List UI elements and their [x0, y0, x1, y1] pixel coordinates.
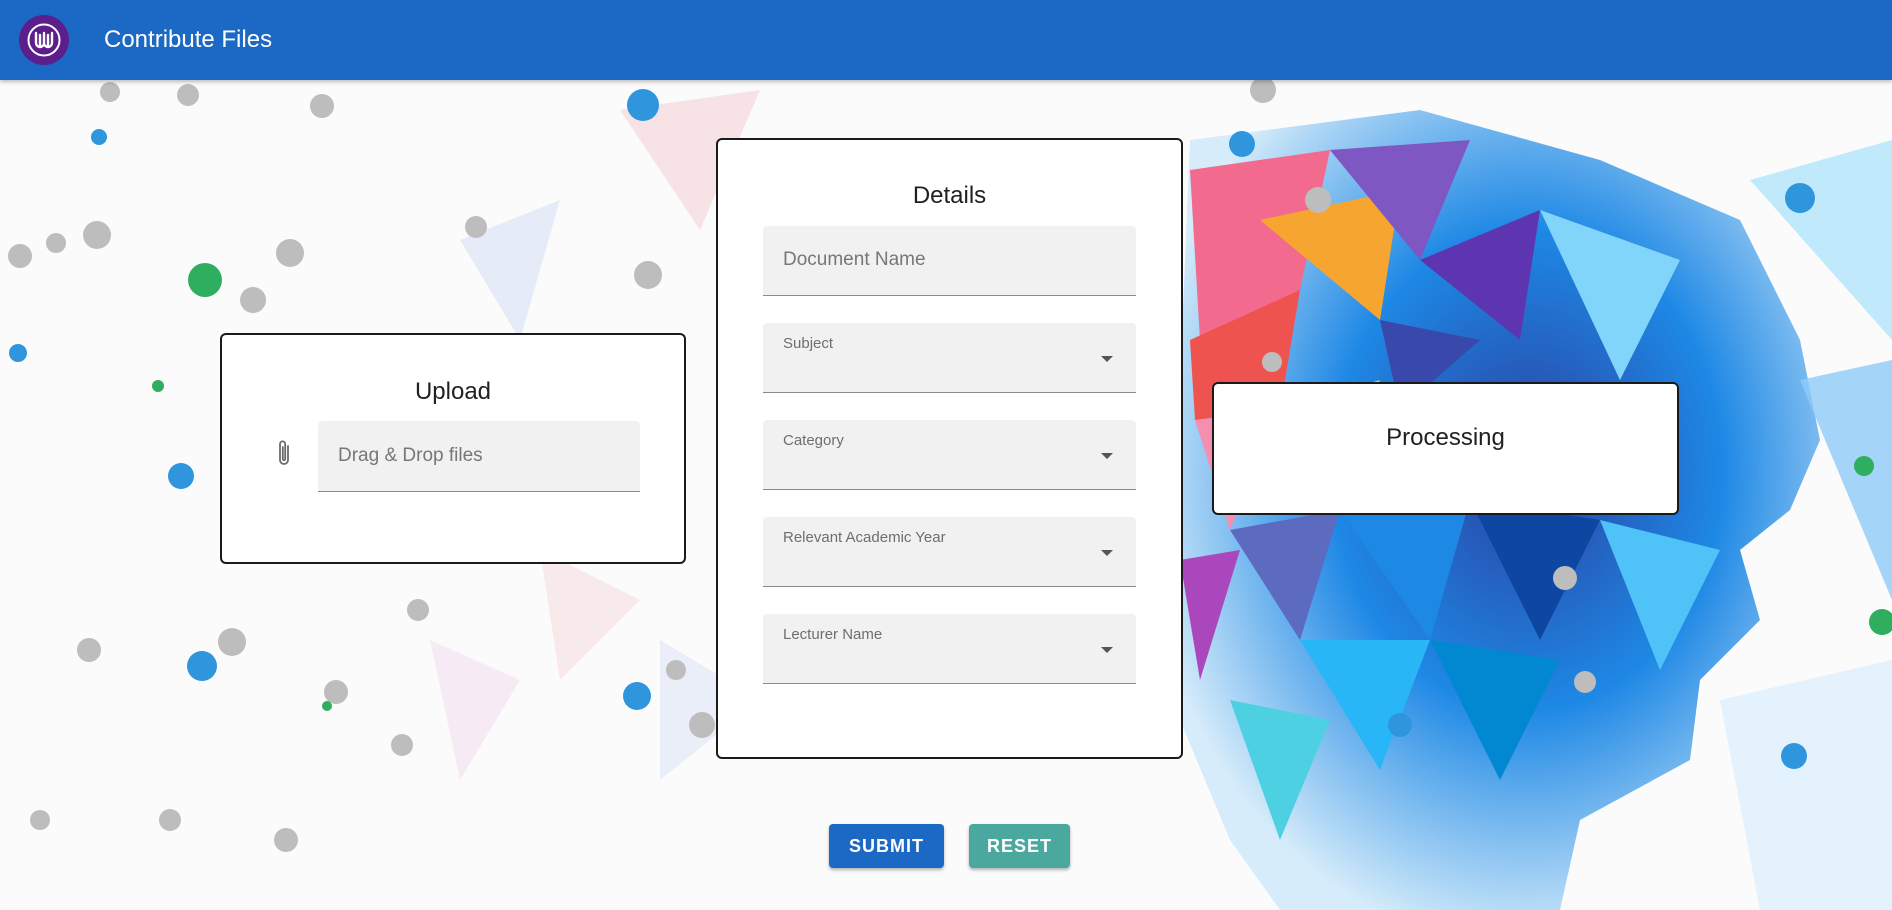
details-title: Details: [912, 182, 987, 209]
caret-down-icon: [1101, 550, 1113, 556]
page-title: Contribute Files: [104, 26, 273, 53]
academic-year-select[interactable]: Relevant Academic Year: [763, 517, 1136, 587]
lecturer-name-label: Lecturer Name: [783, 626, 883, 643]
caret-down-icon: [1101, 356, 1113, 362]
details-card: Details Document Name Subject Category R…: [716, 138, 1183, 759]
subject-select[interactable]: Subject: [763, 323, 1136, 393]
app-bar: Contribute Files: [0, 0, 1892, 80]
university-logo-icon[interactable]: [19, 15, 69, 65]
file-drop-placeholder: Drag & Drop files: [338, 445, 483, 466]
category-label: Category: [783, 432, 844, 449]
caret-down-icon: [1101, 647, 1113, 653]
submit-button[interactable]: SUBMIT: [829, 824, 944, 868]
upload-title: Upload: [414, 378, 492, 405]
paperclip-icon[interactable]: [272, 437, 296, 469]
processing-card: Processing: [1212, 382, 1679, 515]
reset-button[interactable]: RESET: [969, 824, 1070, 868]
subject-label: Subject: [783, 335, 834, 352]
document-name-input[interactable]: Document Name: [763, 226, 1136, 296]
document-name-placeholder: Document Name: [783, 249, 926, 270]
caret-down-icon: [1101, 453, 1113, 459]
academic-year-label: Relevant Academic Year: [783, 529, 946, 546]
lecturer-name-select[interactable]: Lecturer Name: [763, 614, 1136, 684]
upload-card: Upload Drag & Drop files: [220, 333, 686, 564]
contribute-files-page: Contribute Files Upload Drag & Drop file…: [0, 0, 1892, 910]
file-drop-input[interactable]: Drag & Drop files: [318, 421, 640, 492]
processing-title: Processing: [1386, 424, 1505, 451]
category-select[interactable]: Category: [763, 420, 1136, 490]
